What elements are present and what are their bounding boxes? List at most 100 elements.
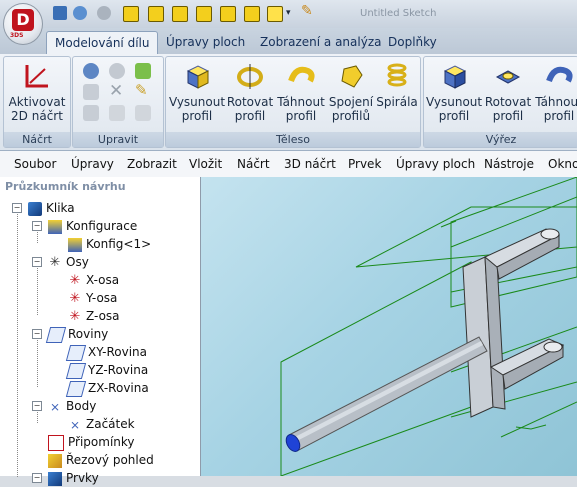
collapse-icon[interactable]: − (32, 221, 42, 231)
menu-nacrt[interactable]: Náčrt (237, 157, 270, 171)
application-button[interactable]: D 3DS (3, 3, 43, 45)
activate-2d-sketch-button[interactable]: Aktivovat 2D náčrt (6, 61, 68, 123)
tree-node-prvky[interactable]: Prvky (48, 469, 99, 487)
menu-upravy[interactable]: Úpravy (71, 157, 114, 171)
axis-icon: ✳ (69, 308, 81, 324)
revolve-profile-label: Rotovat profil (226, 95, 274, 123)
origin-icon: ⨯ (69, 417, 81, 432)
sweep-profile-button[interactable]: Táhnout profil (276, 61, 326, 123)
tab-zobrazeni-a-analyza[interactable]: Zobrazení a analýza (252, 31, 389, 54)
tree-node-osy[interactable]: ✳ Osy (48, 253, 89, 271)
menu-soubor[interactable]: Soubor (14, 157, 56, 171)
tree-node-label: Konfigurace (66, 219, 138, 233)
helix-button[interactable]: Spirála (376, 61, 418, 109)
menu-prvek[interactable]: Prvek (348, 157, 381, 171)
app-logo-letter: D (12, 9, 34, 31)
cut-revolve-profile-label: Rotovat profil (484, 95, 532, 123)
tree-node-zacatek[interactable]: ⨯ Začátek (68, 415, 135, 433)
refresh-icon[interactable] (135, 63, 151, 79)
tree-node-rezovy-pohled[interactable]: Řezový pohled (48, 451, 154, 469)
collapse-icon[interactable]: − (12, 203, 22, 213)
undo-icon[interactable] (73, 6, 87, 20)
tree-node-label: Roviny (68, 327, 109, 341)
revolve-profile-button[interactable]: Rotovat profil (226, 61, 274, 123)
planes-icon (45, 326, 67, 343)
tree-node-z-osa[interactable]: ✳ Z-osa (68, 307, 120, 325)
menu-3d-nacrt[interactable]: 3D náčrt (284, 157, 336, 171)
helix-icon (387, 63, 407, 87)
tree-node-klika[interactable]: Klika (28, 199, 75, 217)
cut-sweep-profile-button[interactable]: Táhnout profil (534, 61, 577, 123)
collapse-icon[interactable]: − (32, 329, 42, 339)
tree-node-label: Y-osa (86, 291, 118, 305)
view-top-icon[interactable] (148, 6, 164, 22)
tree-node-konfigurace[interactable]: Konfigurace (48, 217, 137, 235)
menu-vlozit[interactable]: Vložit (189, 157, 222, 171)
tab-doplnky[interactable]: Doplňky (380, 31, 445, 54)
tree-node-body[interactable]: ⨯ Body (48, 397, 96, 415)
tree-node-label: Prvky (66, 471, 99, 485)
loft-profiles-button[interactable]: Spojení profilů (328, 61, 374, 123)
view-back-icon[interactable] (244, 6, 260, 22)
axes-icon: ✳ (49, 254, 61, 270)
tree-node-x-osa[interactable]: ✳ X-osa (68, 271, 120, 289)
undo-icon[interactable] (83, 63, 99, 79)
tree-node-label: XY-Rovina (88, 345, 147, 359)
dropdown-arrow-icon[interactable]: ▾ (286, 8, 291, 18)
tree-node-label: Body (66, 399, 97, 413)
copy-icon[interactable] (83, 84, 99, 100)
configuration-icon (68, 237, 82, 252)
menu-upravy-ploch[interactable]: Úpravy ploch (396, 157, 475, 171)
menu-okno[interactable]: Okno (548, 157, 577, 171)
tree-node-xy-rovina[interactable]: XY-Rovina (65, 343, 147, 361)
view-left-icon[interactable] (220, 6, 236, 22)
pencil-icon[interactable]: ✎ (301, 3, 313, 19)
tab-upravy-ploch[interactable]: Úpravy ploch (158, 31, 253, 54)
notes-icon (48, 434, 64, 451)
bracket-plate (462, 256, 506, 418)
edit-icon[interactable]: ✎ (135, 81, 148, 99)
tree-node-y-osa[interactable]: ✳ Y-osa (68, 289, 118, 307)
redo-icon[interactable] (97, 6, 111, 20)
paste-icon[interactable] (83, 105, 99, 121)
points-icon: ⨯ (49, 399, 61, 414)
menu-bar: Soubor Úpravy Zobrazit Vložit Náčrt 3D n… (0, 151, 577, 178)
tree-node-label: Z-osa (86, 309, 120, 323)
tree-node-yz-rovina[interactable]: YZ-Rovina (65, 361, 148, 379)
plane-icon (65, 344, 87, 361)
panel-title: Průzkumník návrhu (5, 180, 126, 193)
collapse-icon[interactable]: − (32, 473, 42, 483)
tree-node-label: Začátek (86, 417, 135, 431)
tree-node-konfig-1[interactable]: Konfig<1> (68, 235, 151, 253)
collapse-icon[interactable]: − (32, 257, 42, 267)
menu-zobrazit[interactable]: Zobrazit (127, 157, 177, 171)
delete-icon[interactable]: ✕ (109, 81, 123, 101)
loft-profiles-label: Spojení profilů (328, 95, 374, 123)
view-iso-icon[interactable] (196, 6, 212, 22)
tab-modelovani-dilu[interactable]: Modelování dílu (46, 31, 159, 55)
tree-node-label: Připomínky (68, 435, 135, 449)
sketch-group: Aktivovat 2D náčrt Náčrt (3, 56, 71, 148)
tree-node-pripominky[interactable]: Připomínky (48, 433, 135, 451)
extrude-profile-button[interactable]: Vysunout profil (168, 61, 226, 123)
tree-node-roviny[interactable]: Roviny (45, 325, 109, 343)
sweep-icon (288, 66, 315, 83)
view-right-icon[interactable] (172, 6, 188, 22)
cut-revolve-profile-button[interactable]: Rotovat profil (484, 61, 532, 123)
shaded-view-icon[interactable] (267, 6, 283, 22)
sketch-group-label: Náčrt (4, 132, 70, 147)
3d-viewport[interactable] (201, 176, 577, 477)
menu-nastroje[interactable]: Nástroje (484, 157, 534, 171)
view-front-icon[interactable] (123, 6, 139, 22)
collapse-icon[interactable]: − (32, 401, 42, 411)
cut-extrude-profile-button[interactable]: Vysunout profil (426, 61, 482, 123)
cut-revolve-icon (495, 70, 521, 84)
cut-icon[interactable] (109, 105, 125, 121)
save-icon[interactable] (53, 6, 67, 20)
quick-access-toolbar: D 3DS ▾ ✎ Untitled Sketch (0, 0, 577, 45)
duplicate-icon[interactable] (135, 105, 151, 121)
axis-icon: ✳ (69, 290, 81, 306)
redo-icon[interactable] (109, 63, 125, 79)
sketch-icon (25, 65, 48, 88)
tree-node-zx-rovina[interactable]: ZX-Rovina (65, 379, 149, 397)
